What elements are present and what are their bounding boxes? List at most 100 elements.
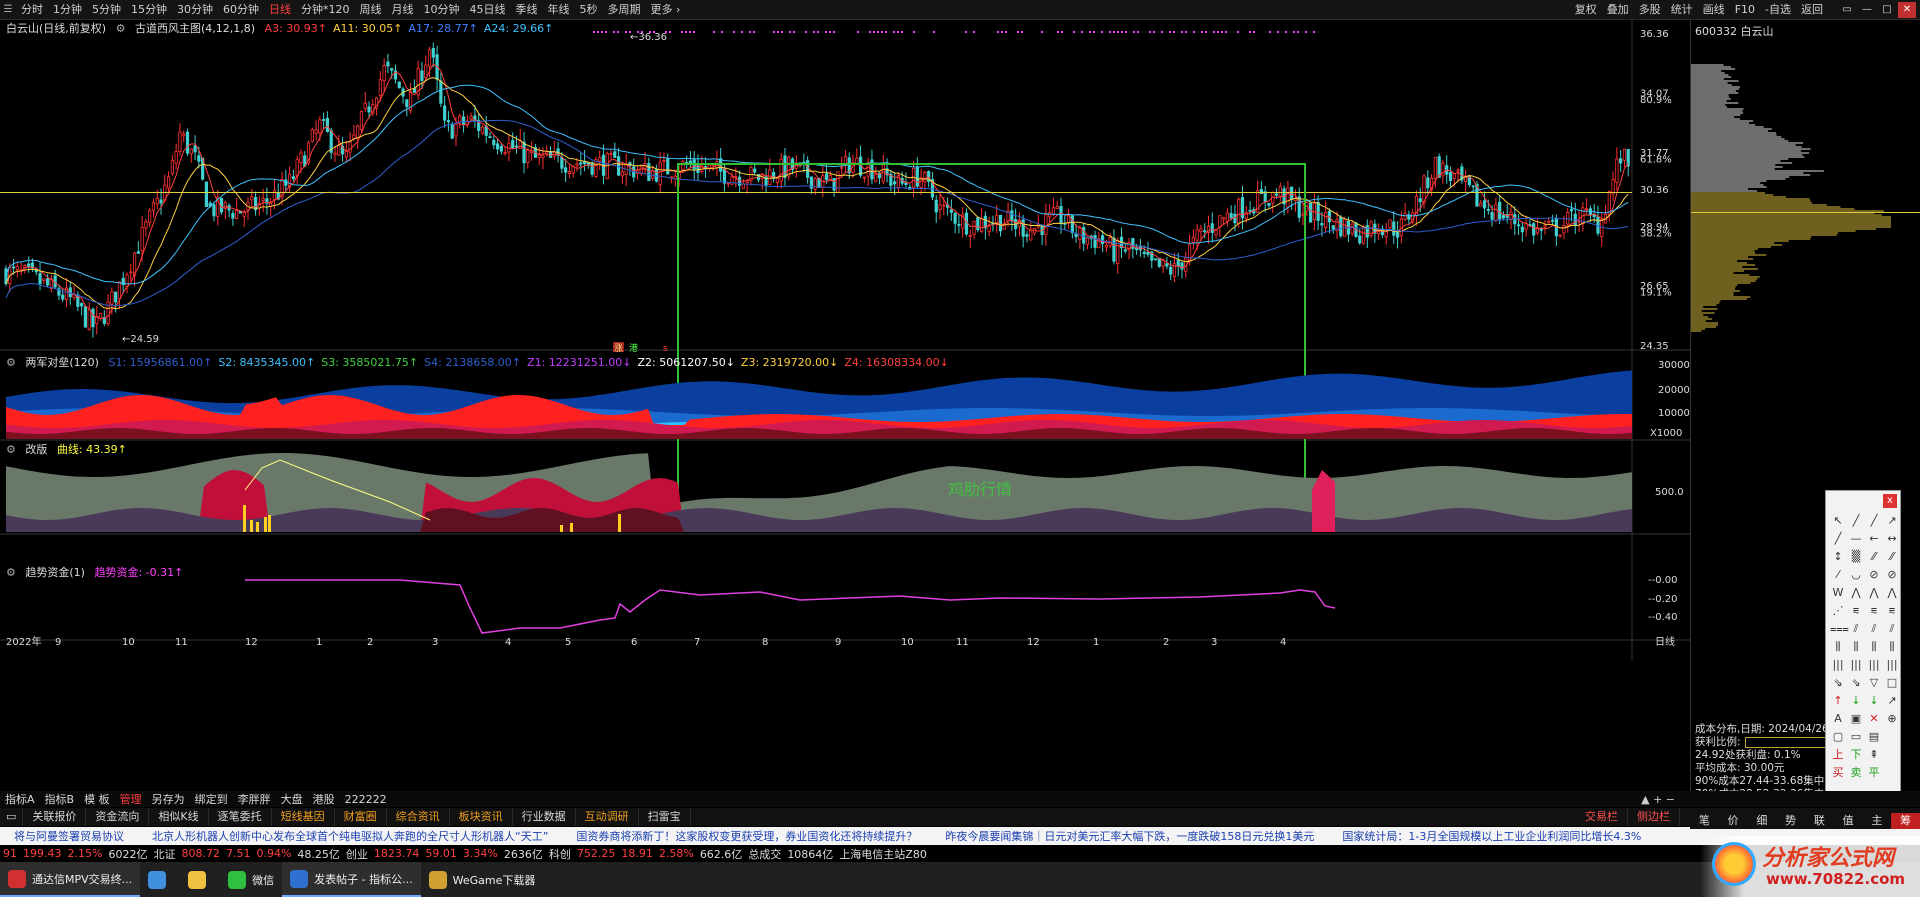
indicator-tab[interactable]: 指标B [40, 791, 80, 807]
drawing-tool-icon[interactable]: ⫽ [1848, 621, 1864, 637]
timeframe-tab[interactable]: 年线 [543, 0, 575, 20]
drawing-tool-icon[interactable]: ▤ [1866, 729, 1882, 745]
drawing-tool-icon[interactable]: ▣ [1848, 711, 1864, 727]
toolbar-button[interactable]: 多股 [1634, 0, 1666, 20]
taskbar-app[interactable] [180, 862, 220, 897]
drawing-tool-icon[interactable]: 卖 [1848, 765, 1864, 781]
drawing-tool-icon[interactable]: ▽ [1866, 675, 1882, 691]
settings-icon[interactable]: ⚙ [6, 356, 16, 369]
drawing-tool-icon[interactable]: ⫽ [1866, 621, 1882, 637]
function-tab[interactable]: 相似K线 [149, 808, 209, 826]
drawing-tool-icon[interactable]: ↔ [1884, 531, 1900, 547]
restore-icon[interactable]: ▭ [1838, 2, 1856, 18]
function-tab[interactable]: 资金流向 [86, 808, 150, 826]
drawing-tool-icon[interactable]: ▭ [1848, 729, 1864, 745]
drawing-tool-icon[interactable]: ⋀ [1866, 585, 1882, 601]
drawing-tool-icon[interactable]: ◡ [1848, 567, 1864, 583]
drawing-tool-icon[interactable]: ▢ [1830, 729, 1846, 745]
close-icon[interactable]: ✕ [1898, 2, 1916, 18]
indicator-tab[interactable]: 李胖胖 [233, 791, 276, 807]
panel3-title[interactable]: 改版 [25, 443, 47, 456]
right-panel-tab[interactable]: 价 [1719, 813, 1748, 829]
drawing-tool-icon[interactable] [1884, 747, 1900, 763]
function-tab[interactable]: 板块资讯 [450, 808, 513, 826]
drawing-tool-icon[interactable]: — [1848, 531, 1864, 547]
function-tab[interactable]: 行业数据 [513, 808, 576, 826]
drawing-tool-icon[interactable]: ▒ [1848, 549, 1864, 565]
settings-icon[interactable]: ⚙ [6, 443, 16, 456]
main-indicator-name[interactable]: 古道西风主图(4,12,1,8) [135, 22, 255, 35]
toolbar-button[interactable]: 画线 [1698, 0, 1730, 20]
timeframe-tab[interactable]: 45日线 [465, 0, 511, 20]
function-tab[interactable]: 逐笔委托 [209, 808, 272, 826]
drawing-tool-icon[interactable]: W [1830, 585, 1846, 601]
drawing-tool-icon[interactable]: ||| [1884, 657, 1900, 673]
drawing-tool-icon[interactable]: ╱ [1848, 513, 1864, 529]
settings-icon[interactable]: ⚙ [6, 566, 16, 579]
news-headline[interactable]: 北京人形机器人创新中心发布全球首个纯电驱拟人奔跑的全尺寸人形机器人“天工” [138, 828, 562, 844]
side-toggle-button[interactable]: 侧边栏 [1628, 808, 1680, 826]
toolbar-button[interactable]: F10 [1730, 0, 1760, 20]
indicator-tab[interactable]: 另存为 [147, 791, 190, 807]
taskbar-app[interactable]: 微信 [220, 862, 282, 897]
drawing-tool-icon[interactable]: ⋀ [1884, 585, 1900, 601]
taskbar-app[interactable]: WeGame下载器 [421, 862, 544, 897]
menu-icon[interactable]: ☰ [0, 0, 16, 20]
maximize-icon[interactable]: □ [1878, 2, 1896, 18]
chart-area[interactable]: ←36.36 ←24.59 涨港 s 36.36 34.07 80.9% 31.77 61.8%… [0, 20, 1690, 795]
drawing-tool-icon[interactable]: ⫽ [1884, 621, 1900, 637]
timeframe-tab[interactable]: 周线 [355, 0, 387, 20]
timeframe-tab[interactable]: 分钟*120 [296, 0, 355, 20]
drawing-tool-icon[interactable]: ⇘ [1848, 675, 1864, 691]
drawing-tool-icon[interactable]: ||| [1848, 657, 1864, 673]
toolbar-button[interactable]: 叠加 [1602, 0, 1634, 20]
indicator-tab[interactable]: 大盘 [276, 791, 308, 807]
drawing-tool-icon[interactable]: 下 [1848, 747, 1864, 763]
right-panel-tab[interactable]: 联 [1805, 813, 1834, 829]
drawing-tool-icon[interactable]: ⩳ [1866, 603, 1882, 619]
indicator-tab[interactable]: 港股 [308, 791, 340, 807]
function-tab[interactable]: 扫雷宝 [639, 808, 691, 826]
drawing-tool-icon[interactable]: ↓ [1866, 693, 1882, 709]
drawing-tool-icon[interactable]: ╱ [1866, 513, 1882, 529]
drawing-tool-icon[interactable]: ✕ [1866, 711, 1882, 727]
drawing-tool-icon[interactable] [1884, 729, 1900, 745]
drawing-tool-icon[interactable]: ← [1866, 531, 1882, 547]
drawing-tool-icon[interactable]: ⩳ [1848, 603, 1864, 619]
taskbar-app[interactable]: 通达信MPV交易终... [0, 862, 141, 897]
drawing-tool-icon[interactable]: ↗ [1884, 513, 1900, 529]
drawing-tool-icon[interactable]: 平 [1866, 765, 1882, 781]
function-tab[interactable]: 财富圈 [335, 808, 387, 826]
drawing-tool-icon[interactable] [1884, 765, 1900, 781]
tab-row-controls[interactable]: ▲ + − [1636, 793, 1680, 806]
drawing-tool-icon[interactable]: ⋀ [1848, 585, 1864, 601]
right-panel-tab[interactable]: 细 [1748, 813, 1777, 829]
drawing-tool-icon[interactable]: ⫼ [1884, 639, 1900, 655]
drawing-tool-icon[interactable]: ⫼ [1848, 639, 1864, 655]
news-headline[interactable]: 国家统计局：1-3月全国规模以上工业企业利润同比增长4.3% [1328, 828, 1655, 844]
timeframe-tab[interactable]: 分时 [16, 0, 48, 20]
timeframe-tab[interactable]: 1分钟 [48, 0, 87, 20]
drawing-tool-icon[interactable]: ↕ [1830, 549, 1846, 565]
drawing-tool-icon[interactable]: ⁄⁄ [1884, 549, 1900, 565]
drawing-tool-icon[interactable]: ⇘ [1830, 675, 1846, 691]
drawing-tool-icon[interactable]: ⩳ [1884, 603, 1900, 619]
settings-icon[interactable]: ⚙ [116, 22, 126, 35]
news-headline[interactable]: 国资券商将添新丁！这家股权变更获受理，券业国资化还将持续提升？ [562, 828, 931, 844]
indicator-tab[interactable]: 模 板 [79, 791, 115, 807]
indicator-tab[interactable]: 222222 [340, 793, 392, 806]
drawing-tool-icon[interactable]: ⁄ [1830, 567, 1846, 583]
drawing-tool-icon[interactable]: ⊘ [1884, 567, 1900, 583]
drawing-tool-icon[interactable]: ↗ [1884, 693, 1900, 709]
timeframe-tab[interactable]: 10分钟 [419, 0, 465, 20]
side-toggle-button[interactable]: 交易栏 [1576, 808, 1628, 826]
panel2-title[interactable]: 两军对垒(120) [25, 356, 99, 369]
timeframe-tab[interactable]: 30分钟 [172, 0, 218, 20]
minimize-icon[interactable]: — [1858, 2, 1876, 18]
chart-canvas[interactable]: ←36.36←24.59涨港 s36.3634.0780.9%31.7761.8%… [0, 20, 1690, 795]
drawing-tool-icon[interactable]: 买 [1830, 765, 1846, 781]
drawing-tool-icon[interactable]: ⋰ [1830, 603, 1846, 619]
panel4-title[interactable]: 趋势资金(1) [25, 566, 85, 579]
right-panel-tab[interactable]: 笔 [1690, 813, 1719, 829]
drawing-tool-icon[interactable]: ⫼ [1866, 639, 1882, 655]
